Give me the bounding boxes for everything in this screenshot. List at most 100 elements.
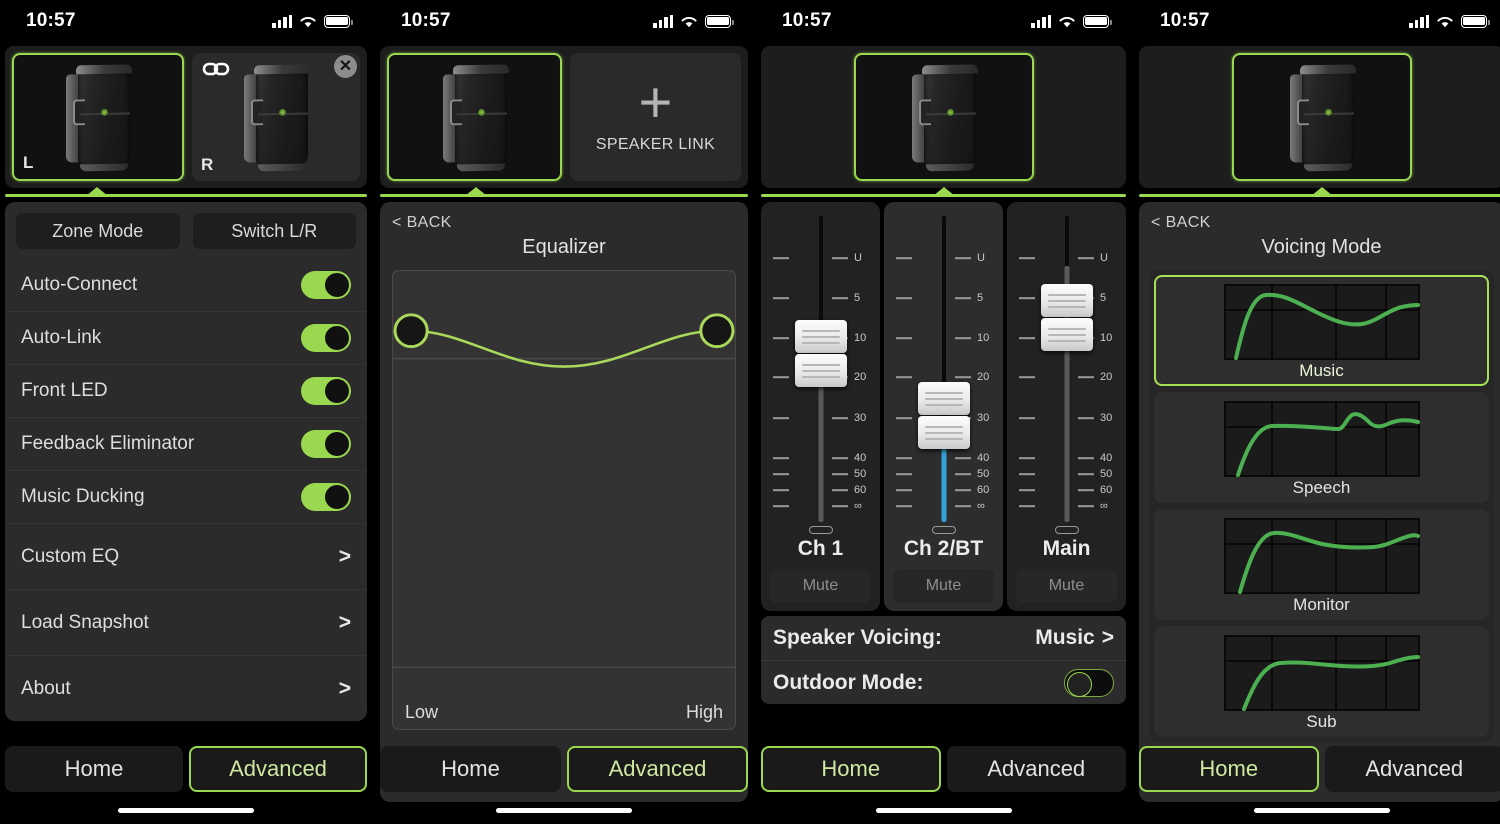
tab-advanced[interactable]: Advanced — [567, 746, 748, 792]
selected-speaker-indicator — [5, 187, 367, 198]
voicing-curve-music — [1223, 284, 1420, 360]
setting-row-custom-eq[interactable]: Custom EQ > — [5, 523, 367, 589]
speaker-link-label: SPEAKER LINK — [595, 136, 716, 154]
setting-row-auto-link[interactable]: Auto-Link — [5, 311, 367, 364]
switch-lr-button[interactable]: Switch L/R — [192, 213, 356, 249]
voicing-option-music[interactable]: Music — [1154, 275, 1489, 386]
mixer-channel-strip: U 5 10 20 30 40 50 60 ∞ Ch 1 Mute U 5 10… — [761, 202, 1126, 611]
speaker-image-icon — [1288, 64, 1356, 172]
row-outdoor-mode[interactable]: Outdoor Mode: — [761, 660, 1126, 704]
tab-home[interactable]: Home — [761, 746, 941, 792]
setting-label: Music Ducking — [21, 486, 145, 507]
speaker-selector-header — [1139, 46, 1500, 188]
mute-button-ch2bt[interactable]: Mute — [892, 569, 995, 603]
speaker-tile-primary[interactable] — [1231, 53, 1412, 181]
setting-row-load-snapshot[interactable]: Load Snapshot > — [5, 589, 367, 655]
tab-advanced[interactable]: Advanced — [946, 746, 1126, 792]
setting-row-about[interactable]: About > — [5, 655, 367, 721]
speaker-tile-primary[interactable] — [853, 53, 1034, 181]
speaker-image-icon — [910, 64, 978, 172]
status-bar: 10:57 — [375, 0, 753, 42]
back-link[interactable]: < BACK — [1139, 202, 1500, 232]
setting-label: Auto-Link — [21, 327, 102, 348]
page-title: Voicing Mode — [1261, 236, 1382, 258]
equalizer-graph[interactable]: Low High — [392, 270, 736, 730]
music-ducking-toggle[interactable] — [301, 483, 351, 511]
selected-speaker-indicator — [1139, 187, 1500, 198]
tab-advanced[interactable]: Advanced — [1324, 746, 1500, 792]
channel-name-main: Main — [1042, 537, 1091, 560]
setting-row-feedback-eliminator[interactable]: Feedback Eliminator — [5, 417, 367, 470]
setting-label: Custom EQ — [21, 545, 120, 567]
setting-row-front-led[interactable]: Front LED — [5, 364, 367, 417]
bottom-tab-bar: Home Advanced — [1134, 746, 1500, 792]
speaker-image-icon — [441, 64, 509, 172]
setting-row-music-ducking[interactable]: Music Ducking — [5, 470, 367, 523]
mode-button-row: Zone Mode Switch L/R — [5, 202, 367, 258]
front-led-toggle[interactable] — [301, 377, 351, 405]
phone-panel-equalizer: 10:57 + SPEAKER LINK < BACK Equalizer Lo… — [375, 0, 753, 824]
status-bar: 10:57 — [1134, 0, 1500, 42]
channel-handle-main — [1054, 526, 1079, 534]
voicing-curve-sub — [1223, 635, 1420, 711]
channel-handle-ch1 — [808, 526, 833, 534]
speaker-tile-primary[interactable] — [387, 53, 562, 181]
voicing-option-speech[interactable]: Speech — [1154, 392, 1489, 503]
phone-panel-advanced-settings: 10:57 L R ✕ Zone Mode Switch L/R Auto-Co… — [0, 0, 372, 824]
fader-cap-main-b[interactable] — [1040, 318, 1093, 351]
fader-main[interactable]: U 5 10 20 30 40 50 60 ∞ — [1007, 212, 1126, 522]
feedback-eliminator-toggle[interactable] — [301, 430, 351, 458]
fader-ch1[interactable]: U 5 10 20 30 40 50 60 ∞ — [761, 212, 880, 522]
wifi-icon — [299, 15, 317, 28]
setting-row-auto-connect[interactable]: Auto-Connect — [5, 258, 367, 311]
speaker-image-icon — [64, 64, 132, 172]
fader-cap-ch2bt-b[interactable] — [917, 416, 970, 449]
outdoor-mode-toggle[interactable] — [1064, 668, 1114, 697]
voicing-option-sub[interactable]: Sub — [1154, 626, 1489, 737]
speaker-tile-left[interactable]: L — [12, 53, 184, 181]
speaker-selector-header: + SPEAKER LINK — [380, 46, 748, 188]
chevron-right-icon: > — [338, 676, 351, 700]
back-link[interactable]: < BACK — [380, 202, 748, 232]
channel-ch2bt: U 5 10 20 30 40 50 60 ∞ Ch 2/BT Mute — [884, 202, 1003, 611]
setting-label: Load Snapshot — [21, 611, 149, 633]
voicing-label-monitor: Monitor — [1293, 595, 1350, 614]
speaker-link-tile[interactable]: + SPEAKER LINK — [570, 53, 741, 181]
mute-button-ch1[interactable]: Mute — [769, 569, 872, 603]
speaker-selector-header — [761, 46, 1126, 188]
fader-cap-ch2bt-a[interactable] — [917, 382, 970, 415]
tab-home[interactable]: Home — [380, 746, 561, 792]
tab-advanced[interactable]: Advanced — [189, 746, 367, 792]
wifi-icon — [1058, 15, 1076, 28]
home-indicator — [1253, 808, 1390, 813]
voicing-option-monitor[interactable]: Monitor — [1154, 509, 1489, 620]
close-circle-icon[interactable]: ✕ — [334, 55, 357, 78]
setting-label: About — [21, 677, 71, 699]
selected-speaker-indicator — [380, 187, 748, 198]
fader-scale-main: U 5 10 20 30 40 50 60 ∞ — [1007, 212, 1126, 520]
auto-connect-toggle[interactable] — [301, 270, 351, 299]
speaker-voicing-label: Speaker Voicing: — [773, 626, 942, 649]
voicing-curve-monitor — [1223, 518, 1420, 594]
page-title: Equalizer — [522, 236, 606, 258]
tab-home[interactable]: Home — [1139, 746, 1319, 792]
mute-button-main[interactable]: Mute — [1015, 569, 1118, 603]
tab-home[interactable]: Home — [5, 746, 183, 792]
fader-cap-ch1-a[interactable] — [794, 320, 847, 353]
fader-cap-main-a[interactable] — [1040, 284, 1093, 317]
status-bar-clock: 10:57 — [26, 10, 76, 31]
plus-icon: + — [638, 69, 673, 135]
fader-ch2bt[interactable]: U 5 10 20 30 40 50 60 ∞ — [884, 212, 1003, 522]
four-phone-screenshot-strip: 10:57 L R ✕ Zone Mode Switch L/R Auto-Co… — [0, 0, 1500, 824]
status-bar-clock: 10:57 — [782, 10, 832, 31]
wifi-icon — [680, 15, 698, 28]
advanced-settings-card: Zone Mode Switch L/R Auto-Connect Auto-L… — [5, 202, 367, 721]
bottom-tab-bar: Home Advanced — [0, 746, 372, 792]
wifi-icon — [1436, 15, 1454, 28]
bottom-tab-bar: Home Advanced — [375, 746, 753, 792]
auto-link-toggle[interactable] — [301, 324, 351, 352]
cellular-bars-icon — [272, 14, 292, 28]
row-speaker-voicing[interactable]: Speaker Voicing: Music > — [761, 616, 1126, 660]
fader-cap-ch1-b[interactable] — [794, 354, 847, 387]
zone-mode-button[interactable]: Zone Mode — [16, 213, 180, 249]
